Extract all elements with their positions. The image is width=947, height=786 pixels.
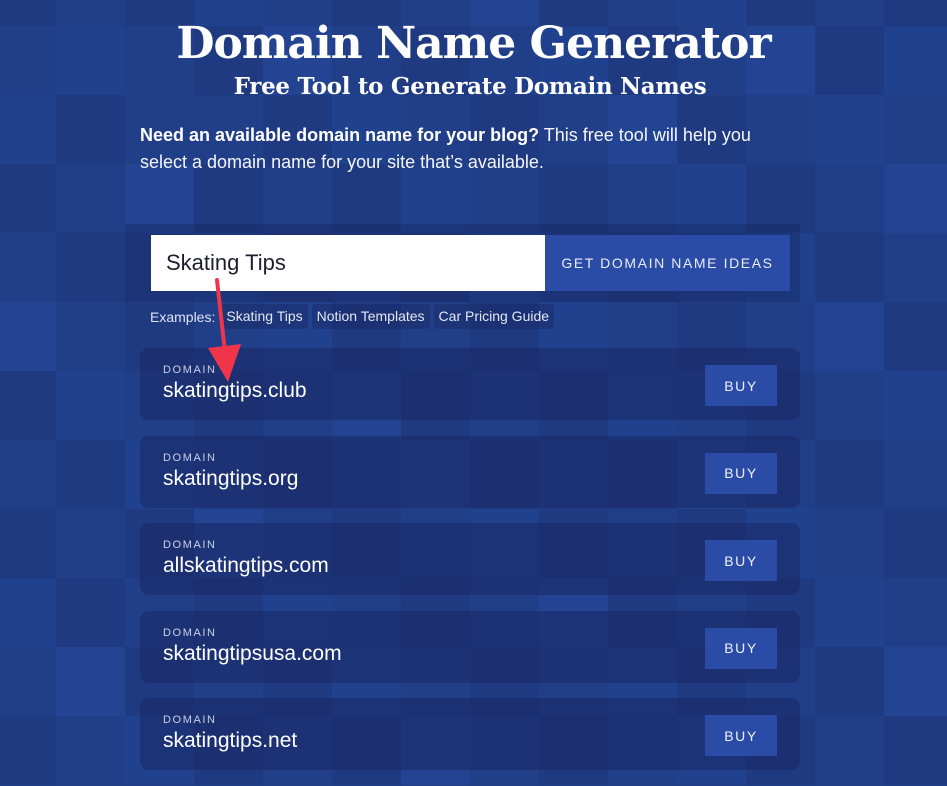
results-list: DOMAIN skatingtips.club BUY DOMAIN skati…	[140, 348, 800, 786]
buy-button[interactable]: BUY	[705, 365, 777, 406]
intro-bold: Need an available domain name for your b…	[140, 125, 540, 145]
intro-text: Need an available domain name for your b…	[140, 122, 800, 176]
domain-result-card: DOMAIN allskatingtips.com BUY	[140, 523, 800, 595]
domain-name: skatingtips.org	[163, 466, 299, 490]
domain-name: skatingtips.club	[163, 379, 307, 402]
examples-label: Examples:	[150, 308, 216, 325]
example-chip[interactable]: Notion Templates	[311, 304, 430, 329]
domain-kicker: DOMAIN	[163, 451, 217, 464]
domain-result-card: DOMAIN skatingtips.org BUY	[140, 435, 800, 508]
examples-row: Examples: Skating Tips Notion Templates …	[150, 304, 555, 329]
domain-name: skatingtipsusa.com	[163, 641, 342, 665]
get-domain-ideas-button[interactable]: GET DOMAIN NAME IDEAS	[545, 235, 790, 291]
example-chip[interactable]: Car Pricing Guide	[433, 304, 555, 329]
page: Domain Name Generator Free Tool to Gener…	[0, 0, 947, 777]
buy-button[interactable]: BUY	[705, 540, 777, 581]
domain-kicker: DOMAIN	[163, 626, 217, 639]
domain-kicker: DOMAIN	[163, 714, 217, 726]
search-input[interactable]	[151, 235, 545, 291]
page-subtitle: Free Tool to Generate Domain Names	[233, 73, 707, 100]
domain-result-card: DOMAIN skatingtips.club BUY	[140, 348, 800, 420]
domain-result-card: DOMAIN skatingtipsusa.com BUY	[140, 610, 800, 683]
buy-button[interactable]: BUY	[705, 715, 777, 756]
example-chip[interactable]: Skating Tips	[221, 304, 308, 329]
domain-kicker: DOMAIN	[163, 539, 217, 551]
domain-result-card: DOMAIN skatingtips.net BUY	[140, 698, 800, 770]
domain-name: skatingtips.net	[163, 729, 298, 752]
domain-kicker: DOMAIN	[163, 364, 217, 376]
buy-button[interactable]: BUY	[705, 452, 777, 494]
page-title: Domain Name Generator	[176, 18, 771, 69]
buy-button[interactable]: BUY	[705, 627, 777, 669]
domain-name: allskatingtips.com	[163, 554, 329, 577]
